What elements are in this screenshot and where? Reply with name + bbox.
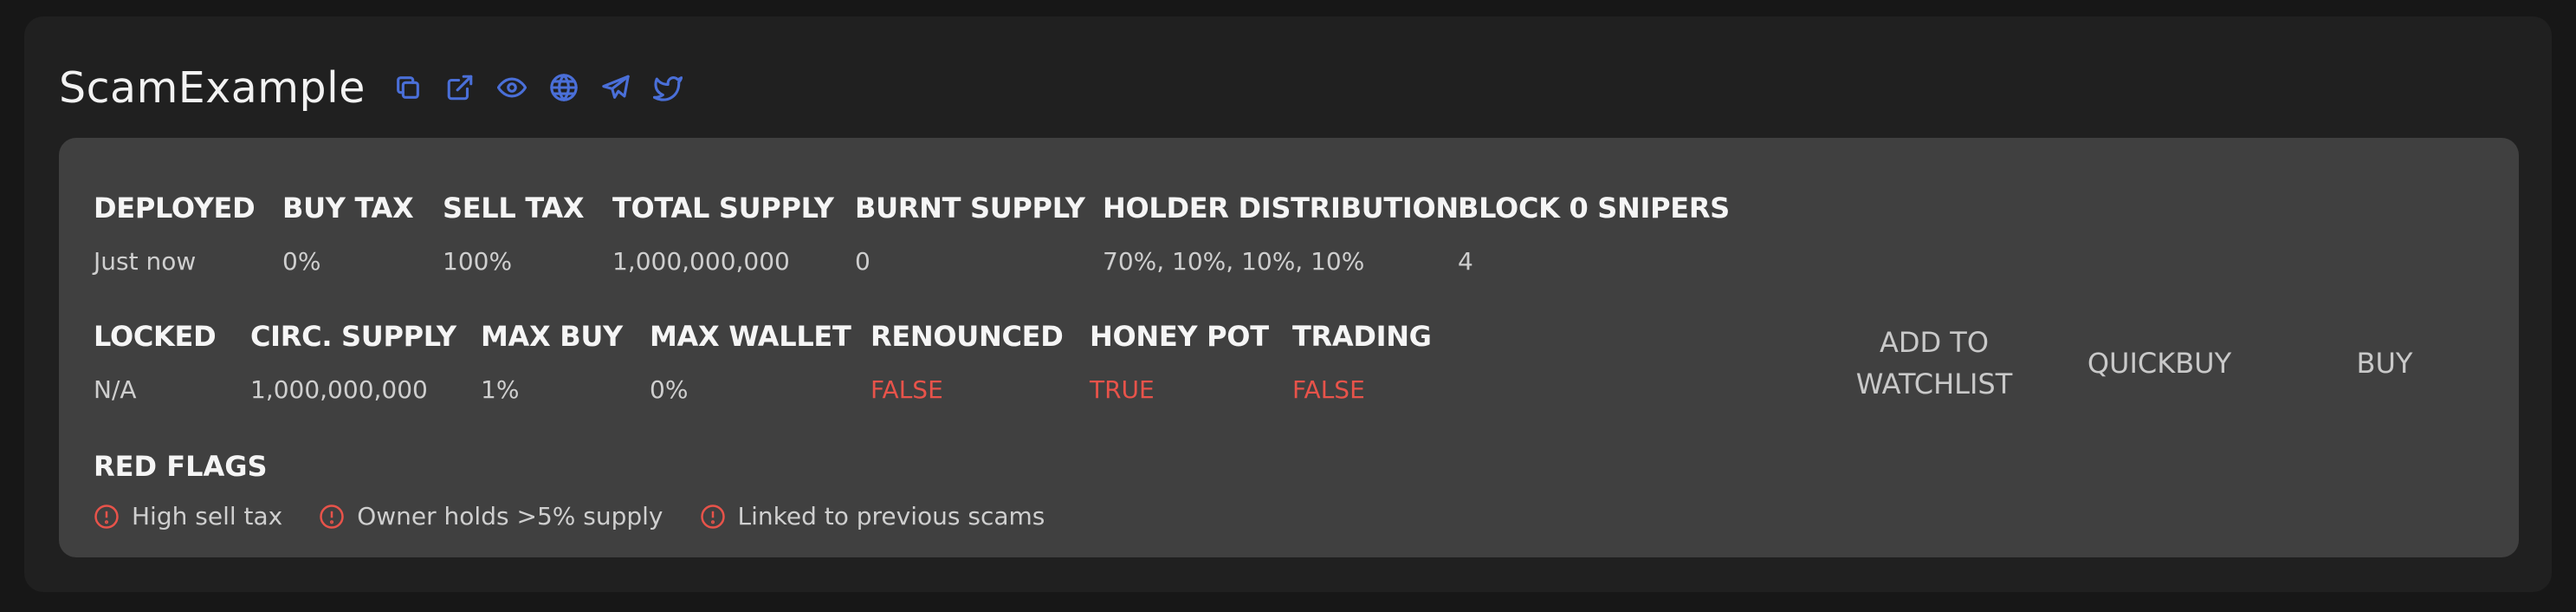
stat-value: 0% <box>650 375 689 404</box>
stat-value: Just now <box>94 247 197 276</box>
stat-honey-pot: HONEY POT TRUE <box>1090 320 1292 404</box>
token-card: ScamExample DEPLOYED Just now BUY TAX 0%… <box>24 16 2552 592</box>
add-to-watchlist-button[interactable]: ADD TO WATCHLIST <box>1852 322 2016 405</box>
stat-block0-snipers: BLOCK 0 SNIPERS 4 <box>1458 192 1730 276</box>
warning-circle-icon <box>320 504 344 529</box>
stat-value: 100% <box>443 247 513 276</box>
stat-value: 0% <box>282 247 321 276</box>
stat-buy-tax: BUY TAX 0% <box>282 192 443 276</box>
stat-max-wallet: MAX WALLET 0% <box>650 320 871 404</box>
stat-circ-supply: CIRC. SUPPLY 1,000,000,000 <box>250 320 481 404</box>
stat-value: TRUE <box>1090 375 1155 404</box>
watchlist-line-2: WATCHLIST <box>1855 368 2013 400</box>
stat-value: 1% <box>481 375 520 404</box>
stat-label: MAX BUY <box>481 320 623 353</box>
twitter-icon[interactable] <box>651 71 684 104</box>
stat-label: DEPLOYED <box>94 192 256 225</box>
stat-total-supply: TOTAL SUPPLY 1,000,000,000 <box>612 192 855 276</box>
red-flag-text: High sell tax <box>132 502 283 531</box>
stat-value: 1,000,000,000 <box>612 247 790 276</box>
stat-sell-tax: SELL TAX 100% <box>443 192 612 276</box>
red-flag-text: Owner holds >5% supply <box>357 502 663 531</box>
stat-holder-distribution: HOLDER DISTRIBUTION 70%, 10%, 10%, 10% <box>1103 192 1459 276</box>
globe-icon[interactable] <box>547 71 580 104</box>
stat-label: CIRC. SUPPLY <box>250 320 456 353</box>
stat-label: SELL TAX <box>443 192 585 225</box>
stat-label: TRADING <box>1292 320 1432 353</box>
stat-renounced: RENOUNCED FALSE <box>871 320 1090 404</box>
watchlist-line-1: ADD TO <box>1879 326 1990 359</box>
stat-label: LOCKED <box>94 320 217 353</box>
stat-burnt-supply: BURNT SUPPLY 0 <box>855 192 1103 276</box>
stat-max-buy: MAX BUY 1% <box>481 320 650 404</box>
stats-row-1: DEPLOYED Just now BUY TAX 0% SELL TAX 10… <box>94 192 1730 276</box>
stat-label: BUY TAX <box>282 192 414 225</box>
stat-value: FALSE <box>871 375 943 404</box>
red-flag-item: Linked to previous scams <box>700 502 1045 531</box>
token-title: ScamExample <box>59 62 366 113</box>
copy-icon[interactable] <box>392 71 424 104</box>
telegram-icon[interactable] <box>599 71 632 104</box>
stat-label: HONEY POT <box>1090 320 1269 353</box>
header-icons <box>392 71 684 104</box>
stat-value: 1,000,000,000 <box>250 375 428 404</box>
red-flag-item: Owner holds >5% supply <box>319 502 663 531</box>
external-link-icon[interactable] <box>443 71 476 104</box>
red-flag-text: Linked to previous scams <box>737 502 1045 531</box>
buy-button[interactable]: BUY <box>2302 342 2467 384</box>
eye-icon[interactable] <box>495 71 528 104</box>
red-flag-item: High sell tax <box>94 502 282 531</box>
stat-label: RENOUNCED <box>871 320 1064 353</box>
stat-label: HOLDER DISTRIBUTION <box>1103 192 1459 225</box>
red-flags-list: High sell tax Owner holds >5% supply Lin… <box>94 502 1045 531</box>
stat-label: BURNT SUPPLY <box>855 192 1085 225</box>
stat-label: MAX WALLET <box>650 320 851 353</box>
token-stats-panel: DEPLOYED Just now BUY TAX 0% SELL TAX 10… <box>59 138 2519 557</box>
stat-value: N/A <box>94 375 137 404</box>
header: ScamExample <box>59 44 684 131</box>
red-flags-heading: RED FLAGS <box>94 450 268 483</box>
quickbuy-button[interactable]: QUICKBUY <box>2016 342 2302 384</box>
warning-circle-icon <box>94 504 119 529</box>
stat-value: 70%, 10%, 10%, 10% <box>1103 247 1365 276</box>
warning-circle-icon <box>700 504 725 529</box>
action-buttons: ADD TO WATCHLIST QUICKBUY BUY <box>1852 320 2476 407</box>
stat-value: 4 <box>1458 247 1473 276</box>
stat-deployed: DEPLOYED Just now <box>94 192 282 276</box>
stat-trading: TRADING FALSE <box>1292 320 1466 404</box>
stat-value: FALSE <box>1292 375 1365 404</box>
stats-row-2: LOCKED N/A CIRC. SUPPLY 1,000,000,000 MA… <box>94 320 1466 404</box>
stat-label: BLOCK 0 SNIPERS <box>1458 192 1730 225</box>
stat-value: 0 <box>855 247 871 276</box>
stat-locked: LOCKED N/A <box>94 320 250 404</box>
stat-label: TOTAL SUPPLY <box>612 192 834 225</box>
